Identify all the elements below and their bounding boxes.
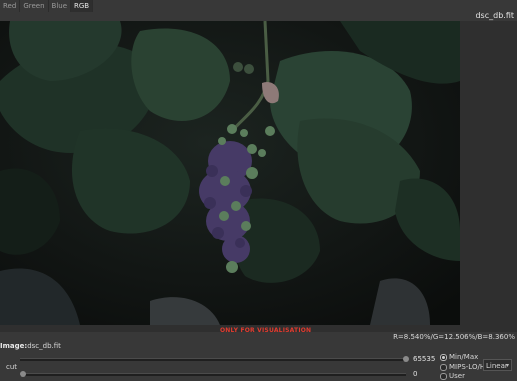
image-viewer[interactable] [0,21,517,332]
stretch-value: Linear [486,362,508,370]
scale-minmax[interactable]: Min/Max [440,353,478,361]
scale-mips-label: MIPS-LO/HI [449,363,488,371]
high-threshold-slider[interactable] [20,356,409,362]
tab-rgb[interactable]: RGB [71,0,94,12]
image-info: Image:dsc_db.fit [0,342,61,350]
rgb-readout: R=8.540%/G=12.506%/B=8.360% [393,333,515,341]
low-threshold-slider[interactable] [20,371,406,377]
scale-minmax-label: Min/Max [449,353,479,361]
image-name: dsc_db.fit [27,342,61,350]
image-label: Image: [0,342,28,350]
radio-icon[interactable] [440,363,447,371]
scale-user-label: User [449,372,465,380]
image-filename: dsc_db.fit [475,11,514,20]
grape-photo [0,21,460,325]
radio-icon[interactable] [440,353,447,361]
cut-label: cut [6,363,18,371]
radio-icon[interactable] [440,372,447,380]
tab-red[interactable]: Red [0,0,21,12]
scale-user[interactable]: User [440,372,465,380]
visualisation-warning: ONLY FOR VISUALISATION [220,327,312,334]
tab-green[interactable]: Green [20,0,49,12]
channel-tabs: Red Green Blue RGB [0,0,94,12]
tab-blue[interactable]: Blue [49,0,72,12]
scale-mips[interactable]: MIPS-LO/HI [440,363,487,371]
chevron-down-icon: ▾ [505,362,509,369]
stretch-select[interactable]: Linear ▾ [483,359,512,371]
low-threshold-handle[interactable] [20,371,26,377]
high-threshold-handle[interactable] [403,356,409,362]
low-threshold-value[interactable]: 0 [413,370,417,378]
high-threshold-value[interactable]: 65535 [413,355,435,363]
